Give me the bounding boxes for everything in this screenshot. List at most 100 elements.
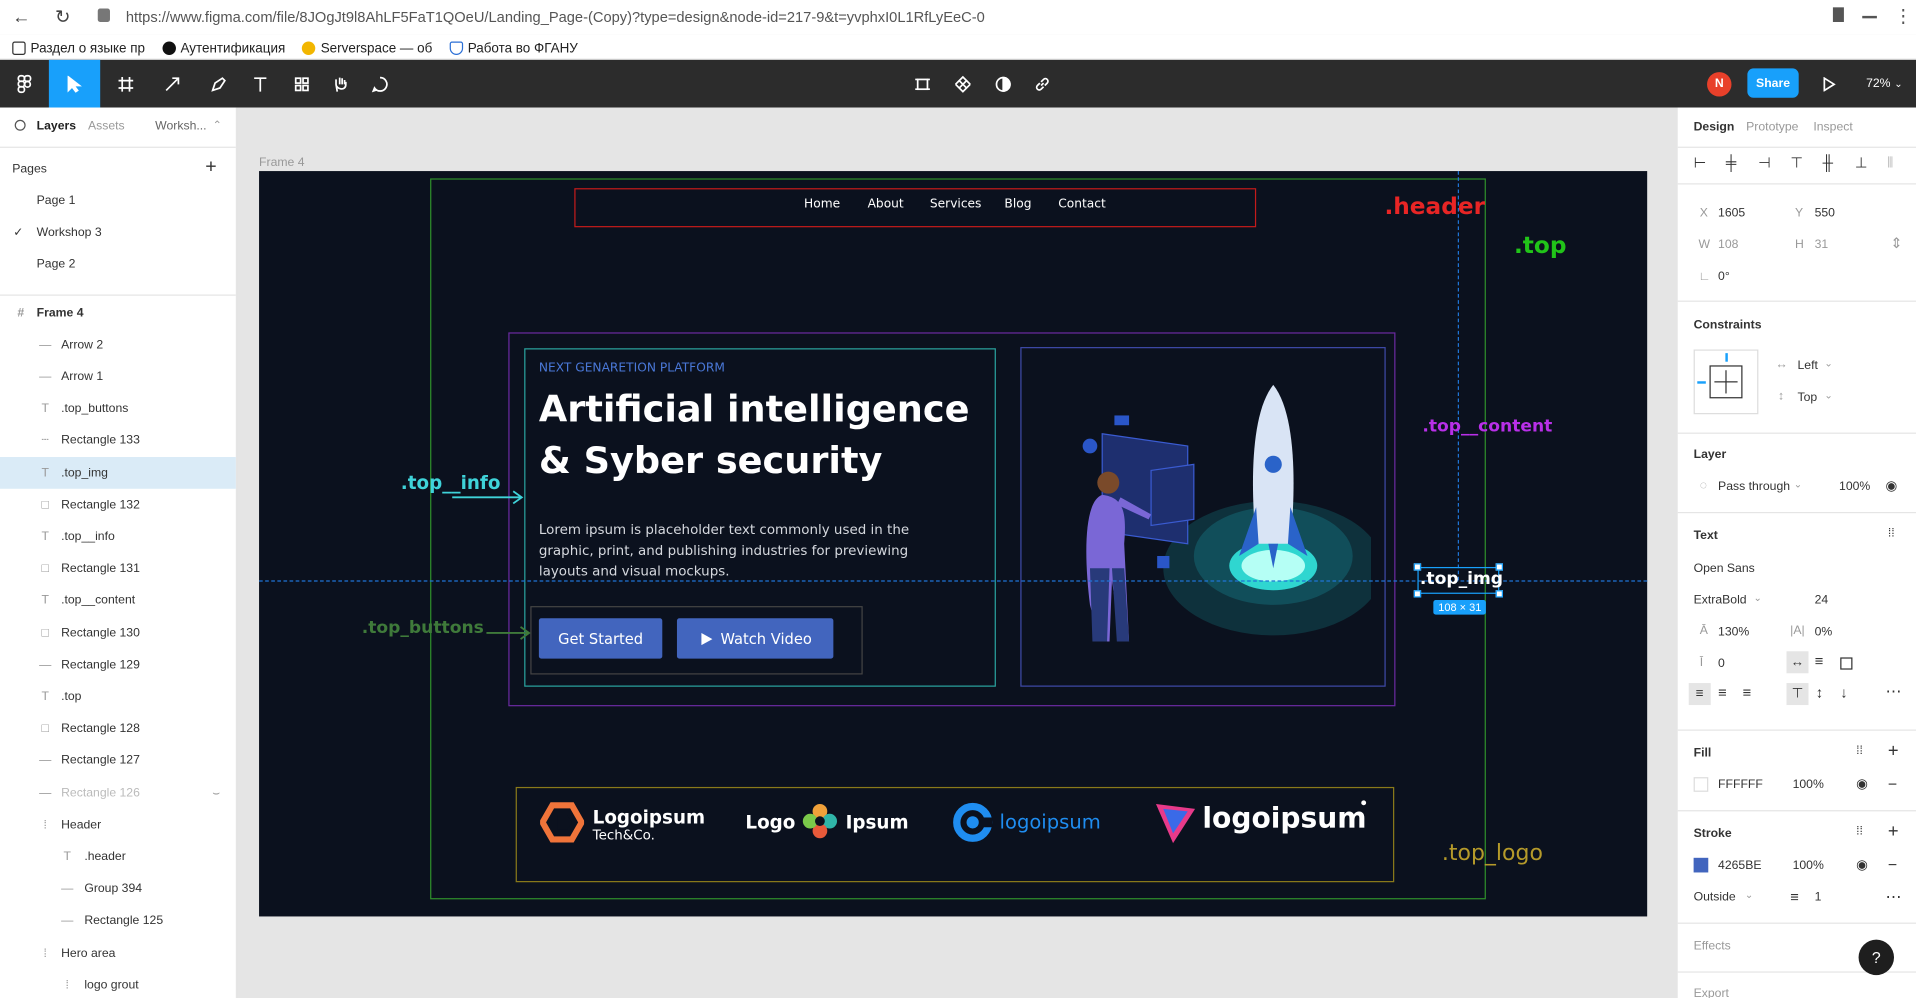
paragraph-spacing[interactable]: 0 [1718,657,1725,670]
page-item[interactable]: Page 2 [0,248,236,280]
component-button[interactable] [947,60,979,108]
share-button[interactable]: Share [1747,68,1799,98]
layer-item[interactable]: — Rectangle 125 [0,905,236,937]
layer-item[interactable]: □ Rectangle 131 [0,553,236,585]
align-middle-text-icon[interactable]: ↕ [1816,684,1823,701]
blend-mode[interactable]: Pass through [1718,480,1790,493]
url-text[interactable]: https://www.figma.com/file/8JOgJt9l8AhLF… [126,9,985,26]
top-buttons-annotation[interactable]: .top_buttons [362,618,484,638]
vertical-constraint[interactable]: Top [1797,391,1817,404]
tab-page-select[interactable]: Worksh... [155,120,206,133]
x-value[interactable]: 1605 [1718,207,1745,220]
text-tool-button[interactable] [244,60,276,108]
layer-item[interactable]: T .top__content [0,585,236,617]
font-weight[interactable]: ExtraBold [1694,594,1747,607]
remove-fill-icon[interactable]: − [1888,775,1897,793]
bookmark-item[interactable]: Аутентификация [162,38,285,59]
bookmark-star-icon[interactable] [1832,7,1844,22]
reload-icon[interactable]: ↻ [55,6,70,28]
tab-inspect[interactable]: Inspect [1813,121,1852,134]
bookmark-item[interactable]: Serverspace — об [302,38,432,59]
stroke-hex[interactable]: 4265BE [1718,859,1761,872]
h-value[interactable]: 31 [1815,238,1829,251]
eye-icon[interactable]: ◉ [1856,776,1868,792]
align-top-icon[interactable]: ⊤ [1790,154,1803,171]
hidden-eye-icon[interactable]: ⌣ [210,786,222,799]
move-tool-button[interactable] [48,59,101,108]
watch-video-button[interactable]: Watch Video [676,618,834,659]
layer-item[interactable]: — Arrow 1 [0,361,236,393]
styles-icon[interactable]: ⁞⁞ [1856,744,1863,757]
resize-handle[interactable] [1413,590,1422,598]
comment-tool-button[interactable] [364,60,396,108]
layer-item[interactable]: — Rectangle 126 ⌣ [0,777,236,809]
y-value[interactable]: 550 [1815,207,1835,220]
hand-tool-button[interactable] [325,60,357,108]
fill-hex[interactable]: FFFFFF [1718,778,1763,791]
link-button[interactable] [1026,60,1058,108]
constrain-proportions-icon[interactable]: ⇕ [1890,235,1902,252]
align-top-text-icon[interactable]: ⊤ [1786,683,1809,706]
layer-item[interactable]: ⁞ logo grout [0,969,236,998]
stroke-width[interactable]: 1 [1815,891,1822,904]
frame-tool-button[interactable] [105,60,147,108]
styles-icon[interactable]: ⁞⁞ [1856,825,1863,838]
distribute-icon[interactable]: ⫴ [1887,154,1893,172]
present-button[interactable] [1816,60,1843,108]
stroke-swatch[interactable] [1693,857,1709,873]
header-annotation[interactable]: .header [1384,193,1485,220]
layer-item[interactable]: — Rectangle 129 [0,649,236,681]
eye-icon[interactable]: ◉ [1885,478,1897,494]
align-bottom-icon[interactable]: ⊥ [1855,154,1868,171]
minimize-icon[interactable] [1862,15,1877,19]
design-frame[interactable]: Home About Services Blog Contact NEXT GE… [259,171,1648,917]
page-item[interactable]: ✓ Workshop 3 [0,216,236,248]
more-options-icon[interactable]: ⋯ [1885,887,1901,907]
nav-services[interactable]: Services [930,198,982,211]
layer-item[interactable]: □ Rectangle 132 [0,489,236,521]
top-content-annotation[interactable]: .top__content [1422,417,1552,437]
mask-button[interactable] [987,60,1019,108]
zoom-dropdown[interactable]: 72% ⌄ [1860,60,1909,108]
layer-item[interactable]: □ Rectangle 130 [0,617,236,649]
remove-stroke-icon[interactable]: − [1888,855,1897,873]
tab-prototype[interactable]: Prototype [1746,121,1798,134]
layer-item[interactable]: T .top_buttons [0,393,236,425]
nav-blog[interactable]: Blog [1004,198,1031,211]
align-left-text-icon[interactable]: ≡ [1688,683,1711,706]
crop-button[interactable] [907,60,939,108]
constraints-widget[interactable] [1693,349,1759,415]
shape-tool-button[interactable] [152,60,194,108]
add-stroke-icon[interactable]: + [1888,821,1899,842]
nav-home[interactable]: Home [804,198,840,211]
resize-handle[interactable] [1495,590,1503,598]
rotation-value[interactable]: 0° [1718,270,1730,283]
layer-item[interactable]: — Rectangle 127 [0,745,236,777]
add-fill-icon[interactable]: + [1888,740,1899,761]
top-annotation[interactable]: .top [1514,232,1567,259]
layer-item[interactable]: T .top [0,681,236,713]
layer-item[interactable]: — Arrow 2 [0,329,236,361]
align-left-icon[interactable]: ⊢ [1694,154,1707,171]
layer-item[interactable]: ┄ Rectangle 133 [0,425,236,457]
page-item[interactable]: Page 1 [0,185,236,217]
layer-item[interactable]: ⁞ Header [0,809,236,841]
more-options-icon[interactable]: ⋯ [1885,682,1901,702]
layer-frame[interactable]: # Frame 4 [0,297,236,329]
canvas[interactable]: Frame 4 Home About Services Blog Contact… [237,107,1677,998]
help-button[interactable]: ? [1858,939,1895,976]
resources-button[interactable] [286,60,318,108]
font-family[interactable]: Open Sans [1694,562,1755,575]
layer-item[interactable]: T .top_img [0,457,236,489]
align-right-icon[interactable]: ⊣ [1758,154,1771,171]
layer-opacity[interactable]: 100% [1839,480,1870,493]
align-vertical-center-icon[interactable]: ╫ [1823,154,1833,171]
layer-item[interactable]: □ Rectangle 128 [0,713,236,745]
horizontal-constraint[interactable]: Left [1797,359,1817,372]
fill-swatch[interactable] [1693,777,1709,792]
menu-dots-icon[interactable]: ⋮ [1894,5,1912,27]
w-value[interactable]: 108 [1718,238,1738,251]
bookmark-item[interactable]: Работа во ФГАНУ [449,38,578,59]
layer-item[interactable]: T .top__info [0,521,236,553]
search-icon[interactable] [14,119,26,131]
